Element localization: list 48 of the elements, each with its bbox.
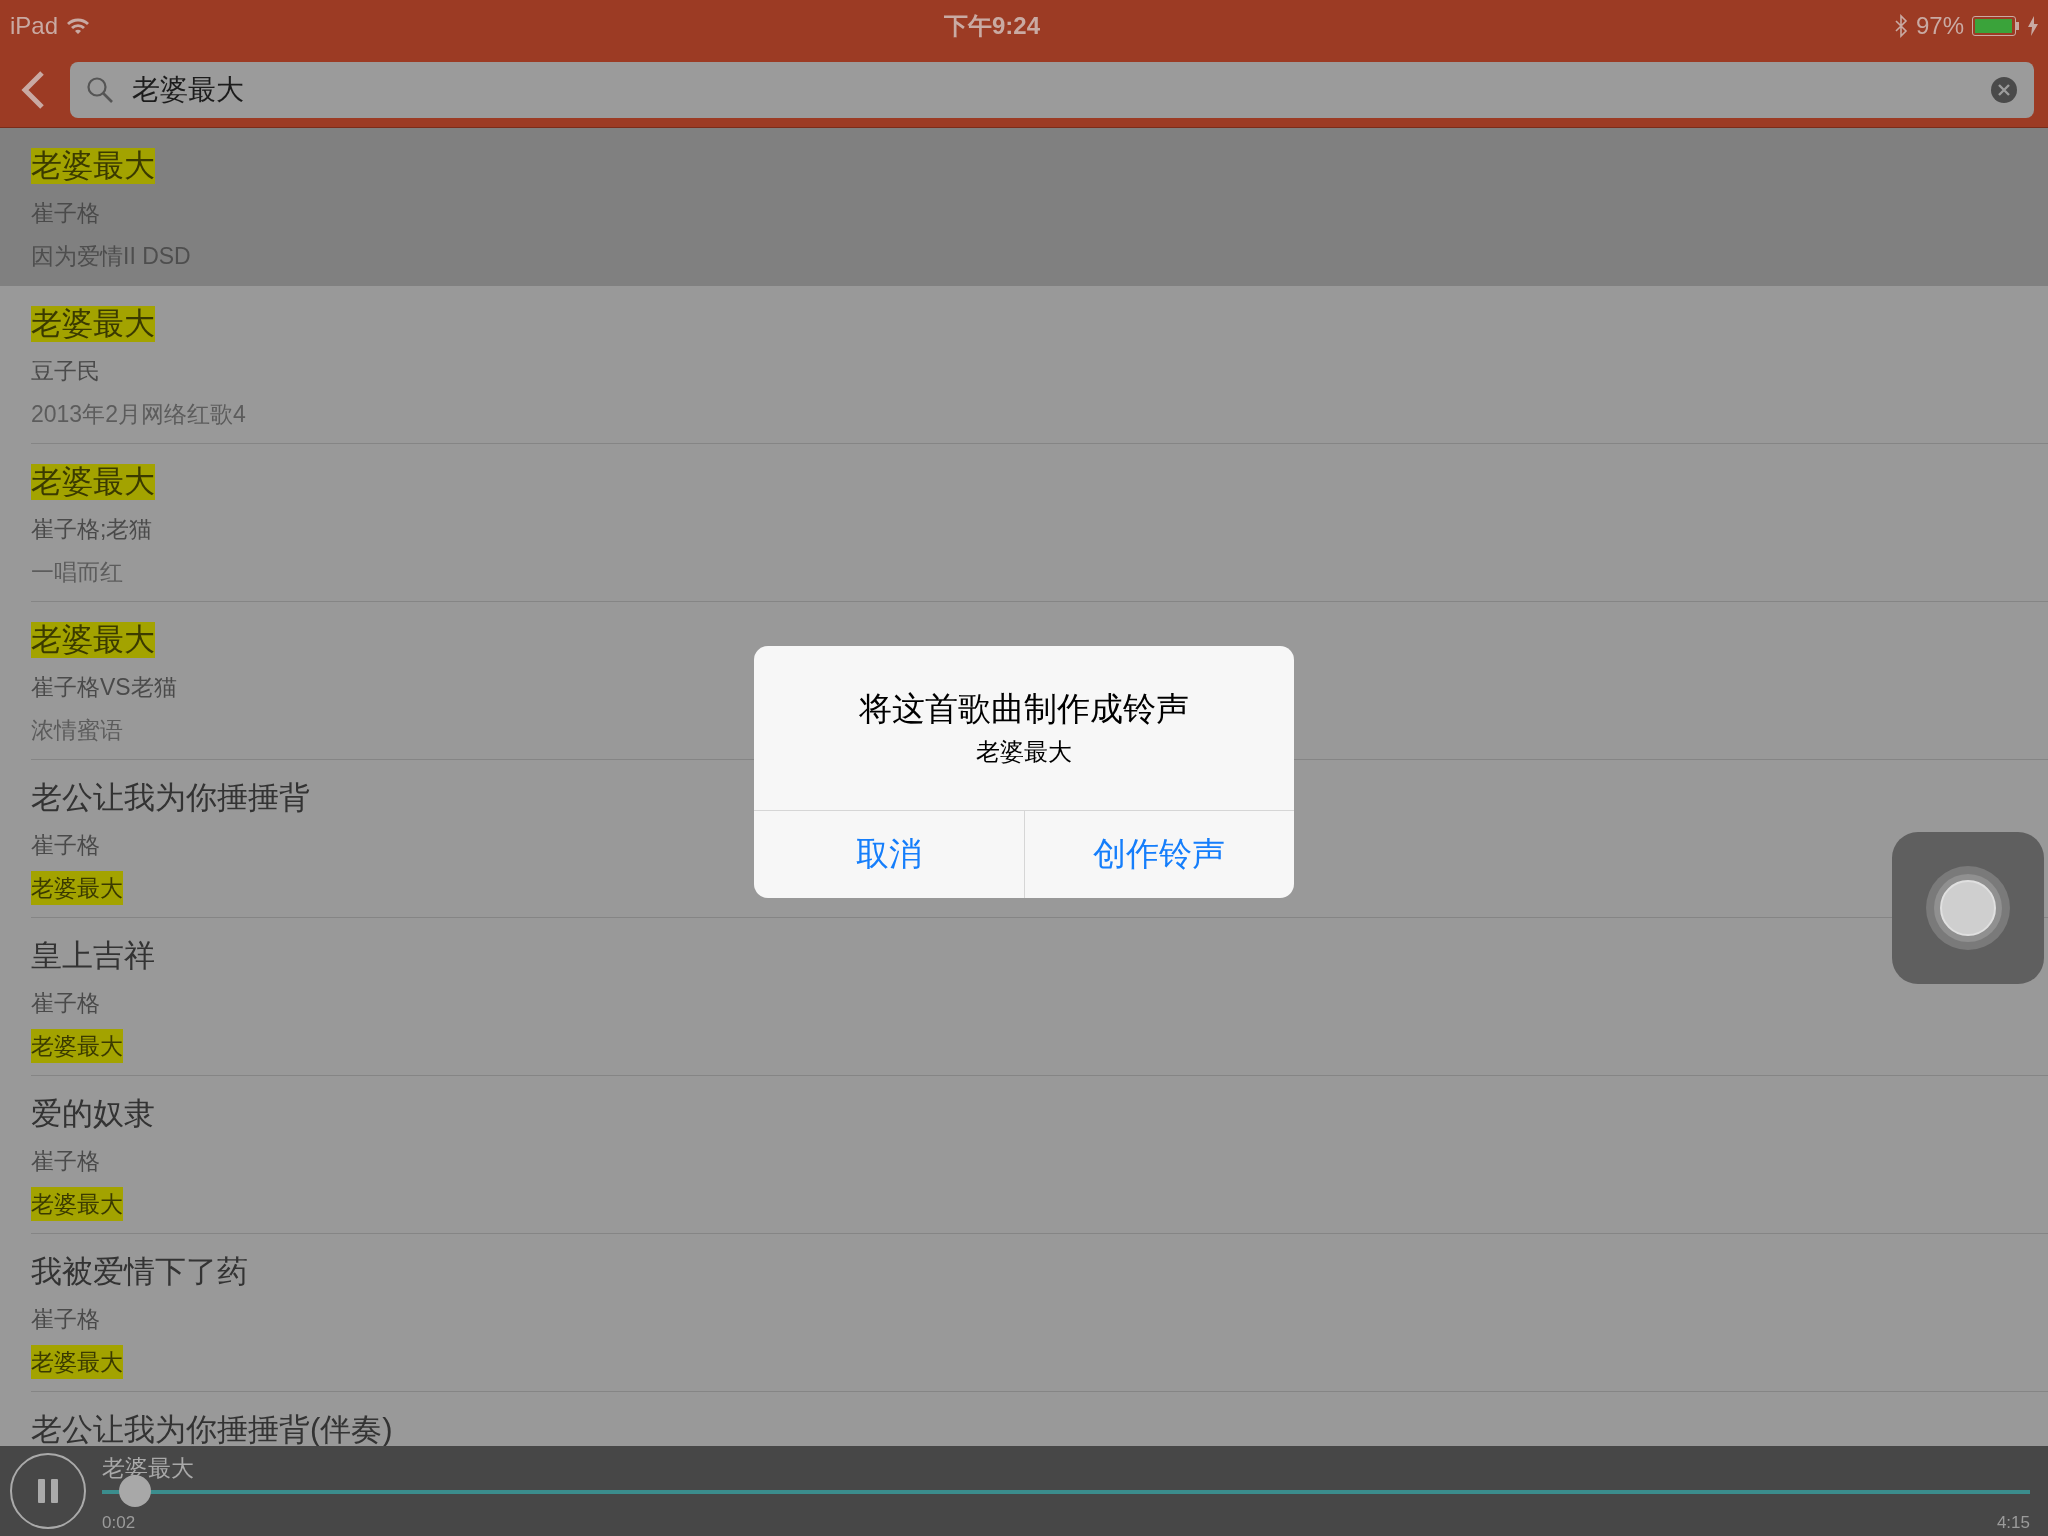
clear-icon[interactable] — [1990, 75, 2018, 104]
battery-icon — [1972, 16, 2020, 36]
search-bar[interactable]: 老婆最大 — [70, 61, 2034, 118]
song-title: 皇上吉祥 — [31, 938, 155, 974]
total-time: 4:15 — [1996, 1511, 2030, 1534]
song-album: 一唱而红 — [31, 557, 123, 587]
device-name: iPad — [10, 11, 59, 41]
song-title: 爱的奴隶 — [31, 1096, 155, 1132]
song-album: 浓情蜜语 — [31, 715, 123, 745]
bluetooth-icon — [1893, 14, 1908, 38]
pause-button[interactable] — [10, 1453, 86, 1529]
search-icon — [86, 75, 114, 104]
song-title: 老婆最大 — [31, 148, 155, 184]
song-album: 老婆最大 — [31, 1186, 123, 1221]
dialog-title: 将这首歌曲制作成铃声 — [858, 689, 1190, 729]
battery-percent: 97% — [1915, 11, 1964, 41]
charging-bolt-icon — [2028, 16, 2038, 36]
song-title: 老公让我为你捶捶背 — [31, 780, 310, 816]
song-artist: 崔子格 — [31, 1305, 100, 1334]
song-album: 老婆最大 — [31, 1028, 123, 1063]
song-artist: 崔子格 — [31, 1147, 100, 1176]
song-artist: 崔子格VS老猫 — [31, 673, 177, 702]
confirm-button[interactable]: 创作铃声 — [1023, 810, 1294, 898]
song-row[interactable]: 老婆最大 豆子民 2013年2月网络红歌4 — [0, 286, 2048, 444]
status-time: 下午9:24 — [943, 12, 1040, 39]
song-row[interactable]: 我被爱情下了药 崔子格 老婆最大 — [0, 1234, 2048, 1392]
wifi-icon — [66, 17, 91, 35]
song-artist: 崔子格 — [31, 989, 100, 1018]
back-button[interactable] — [20, 69, 46, 110]
circle-icon — [1925, 865, 2011, 951]
dialog-message: 老婆最大 — [975, 736, 1073, 767]
song-album: 老婆最大 — [31, 870, 123, 905]
song-title: 老婆最大 — [31, 464, 155, 500]
song-album: 老婆最大 — [31, 1344, 123, 1379]
song-row[interactable]: 爱的奴隶 崔子格 老婆最大 — [0, 1076, 2048, 1234]
song-artist: 崔子格;老猫 — [31, 515, 153, 544]
song-row[interactable]: 老婆最大 崔子格;老猫 一唱而红 — [0, 444, 2048, 602]
song-title: 老婆最大 — [31, 306, 155, 342]
cancel-button[interactable]: 取消 — [754, 810, 1024, 898]
song-artist: 崔子格 — [31, 831, 100, 860]
pause-icon — [36, 1477, 60, 1505]
song-title: 老婆最大 — [31, 622, 155, 658]
elapsed-time: 0:02 — [102, 1511, 136, 1534]
assistive-touch-button[interactable] — [1892, 832, 2044, 984]
song-album: 2013年2月网络红歌4 — [31, 399, 246, 429]
song-artist: 豆子民 — [31, 357, 100, 386]
song-title: 我被爱情下了药 — [31, 1254, 248, 1290]
song-title: 老公让我为你捶捶背(伴奏) — [31, 1412, 393, 1446]
